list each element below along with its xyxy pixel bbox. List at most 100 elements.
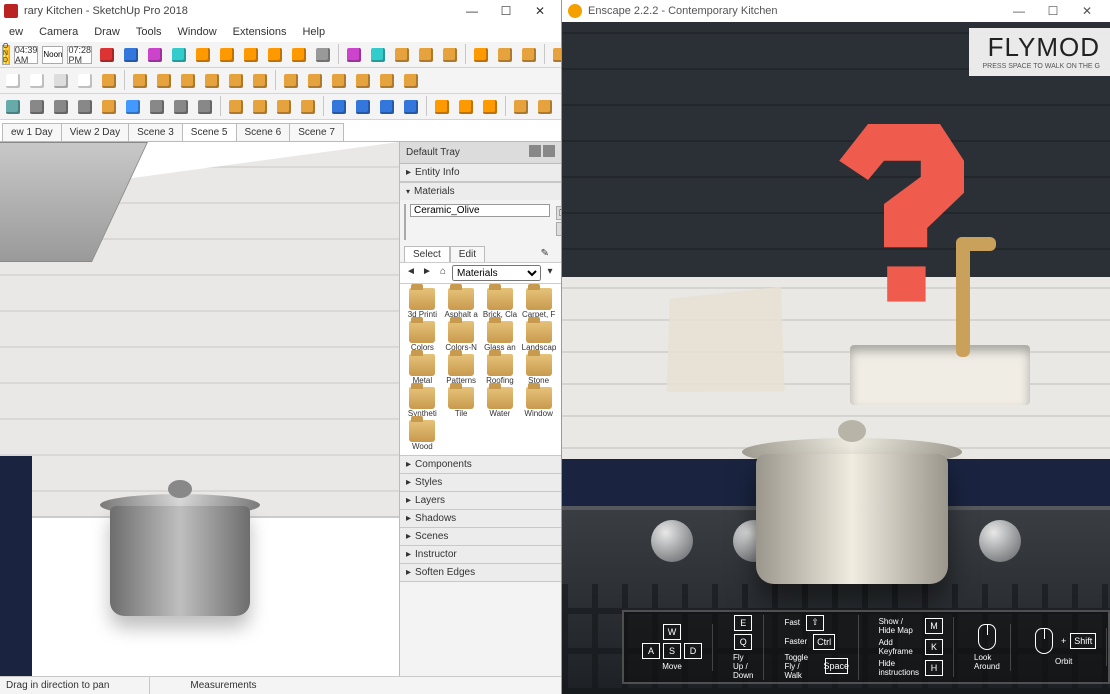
toolbar-cube-icon[interactable] bbox=[518, 44, 540, 66]
toolbar-panel-icon[interactable] bbox=[273, 96, 295, 118]
menu-item[interactable]: Draw bbox=[87, 24, 127, 40]
material-folder[interactable]: Water bbox=[482, 387, 519, 418]
material-folder[interactable]: Landscap bbox=[520, 321, 557, 352]
toolbar-cube-icon[interactable] bbox=[328, 70, 350, 92]
menu-item[interactable]: Extensions bbox=[226, 24, 294, 40]
pin-icon[interactable] bbox=[529, 145, 541, 157]
toolbar-page-icon[interactable] bbox=[26, 70, 48, 92]
toolbar-orange-icon[interactable] bbox=[431, 96, 453, 118]
material-folder[interactable]: Patterns bbox=[443, 354, 480, 385]
material-folder[interactable]: Glass an bbox=[482, 321, 519, 352]
toolbar-people-icon[interactable] bbox=[510, 96, 532, 118]
material-folder[interactable]: Stone bbox=[520, 354, 557, 385]
materials-tab-select[interactable]: Select bbox=[404, 246, 450, 262]
toolbar-house-icon[interactable] bbox=[225, 70, 247, 92]
material-folder[interactable]: Carpet, F bbox=[520, 288, 557, 319]
toolbar-blue-icon[interactable] bbox=[120, 44, 142, 66]
toolbar-blue-icon[interactable] bbox=[376, 96, 398, 118]
month-slider[interactable]: J F M A M J J A S O N D bbox=[2, 45, 10, 65]
maximize-button[interactable]: ☐ bbox=[489, 0, 523, 22]
menu-item[interactable]: Window bbox=[171, 24, 224, 40]
toolbar-page-icon[interactable] bbox=[2, 70, 24, 92]
toolbar-cube-icon[interactable] bbox=[352, 70, 374, 92]
toolbar-cube-icon[interactable] bbox=[400, 70, 422, 92]
toolbar-cam-icon[interactable] bbox=[26, 96, 48, 118]
material-folder[interactable]: Colors-N bbox=[443, 321, 480, 352]
toolbar-cyan-icon[interactable] bbox=[168, 44, 190, 66]
tray-section-shadows[interactable]: ▸Shadows bbox=[400, 510, 561, 528]
toolbar-panel-icon[interactable] bbox=[249, 96, 271, 118]
toolbar-panel-icon[interactable] bbox=[225, 96, 247, 118]
material-folder[interactable]: Tile bbox=[443, 387, 480, 418]
toolbar-house-icon[interactable] bbox=[129, 70, 151, 92]
materials-library-select[interactable]: Materials bbox=[452, 265, 541, 281]
toolbar-mon-icon[interactable] bbox=[194, 96, 216, 118]
tray-section-layers[interactable]: ▸Layers bbox=[400, 492, 561, 510]
menu-item[interactable]: Tools bbox=[129, 24, 169, 40]
toolbar-grey-icon[interactable] bbox=[312, 44, 334, 66]
toolbar-people-icon[interactable] bbox=[558, 96, 561, 118]
toolbar-blue-icon[interactable] bbox=[328, 96, 350, 118]
nav-back-icon[interactable]: ◄ bbox=[404, 266, 418, 280]
toolbar-orange-icon[interactable] bbox=[470, 44, 492, 66]
toolbar-save-icon[interactable] bbox=[122, 96, 144, 118]
material-folder[interactable]: Roofing bbox=[482, 354, 519, 385]
toolbar-red-icon[interactable] bbox=[96, 44, 118, 66]
material-name-input[interactable] bbox=[410, 204, 550, 217]
toolbar-cube-icon[interactable] bbox=[304, 70, 326, 92]
sketchup-viewport[interactable] bbox=[0, 142, 399, 676]
tray-section-materials[interactable]: ▾Materials bbox=[400, 183, 561, 200]
toolbar-blue-icon[interactable] bbox=[352, 96, 374, 118]
toolbar-folder-icon[interactable] bbox=[98, 70, 120, 92]
tray-section-instructor[interactable]: ▸Instructor bbox=[400, 546, 561, 564]
minimize-button[interactable]: — bbox=[1002, 0, 1036, 22]
toolbar-orange-icon[interactable] bbox=[264, 44, 286, 66]
tray-section-scenes[interactable]: ▸Scenes bbox=[400, 528, 561, 546]
close-icon[interactable] bbox=[543, 145, 555, 157]
close-button[interactable]: ✕ bbox=[523, 0, 557, 22]
toolbar-orange-icon[interactable] bbox=[479, 96, 501, 118]
minimize-button[interactable]: — bbox=[455, 0, 489, 22]
tray-section-entity-info[interactable]: ▸Entity Info bbox=[400, 164, 561, 182]
toolbar-cube-icon[interactable] bbox=[439, 44, 461, 66]
toolbar-magenta-icon[interactable] bbox=[144, 44, 166, 66]
create-material-icon[interactable]: ❐ bbox=[556, 206, 561, 220]
material-folder[interactable]: Colors bbox=[404, 321, 441, 352]
toolbar-magenta-icon[interactable] bbox=[343, 44, 365, 66]
dropdown-icon[interactable]: ▾ bbox=[556, 222, 561, 236]
menu-icon[interactable]: ▾ bbox=[543, 266, 557, 280]
scene-tab[interactable]: Scene 6 bbox=[236, 123, 291, 141]
menu-item[interactable]: ew bbox=[2, 24, 30, 40]
toolbar-cyan-icon[interactable] bbox=[367, 44, 389, 66]
material-folder[interactable]: Brick, Cla bbox=[482, 288, 519, 319]
material-folder[interactable]: Syntheti bbox=[404, 387, 441, 418]
scene-tab[interactable]: Scene 7 bbox=[289, 123, 344, 141]
toolbar-orange-icon[interactable] bbox=[240, 44, 262, 66]
menu-item[interactable]: Camera bbox=[32, 24, 85, 40]
toolbar-people-icon[interactable] bbox=[534, 96, 556, 118]
toolbar-cube-icon[interactable] bbox=[98, 96, 120, 118]
scene-tab[interactable]: ew 1 Day bbox=[2, 123, 62, 141]
toolbar-panel-icon[interactable] bbox=[297, 96, 319, 118]
materials-tab-edit[interactable]: Edit bbox=[450, 246, 485, 262]
toolbar-gold-icon[interactable] bbox=[549, 44, 561, 66]
tray-section-styles[interactable]: ▸Styles bbox=[400, 474, 561, 492]
toolbar-orange-icon[interactable] bbox=[288, 44, 310, 66]
time-start[interactable]: 04:39 AM bbox=[14, 46, 39, 64]
toolbar-page-icon[interactable] bbox=[74, 70, 96, 92]
toolbar-cube-icon[interactable] bbox=[415, 44, 437, 66]
material-folder[interactable]: Asphalt a bbox=[443, 288, 480, 319]
scene-tab[interactable]: View 2 Day bbox=[61, 123, 129, 141]
scene-tab[interactable]: Scene 3 bbox=[128, 123, 183, 141]
tray-section-components[interactable]: ▸Components bbox=[400, 456, 561, 474]
toolbar-house-icon[interactable] bbox=[153, 70, 175, 92]
material-folder[interactable]: Metal bbox=[404, 354, 441, 385]
material-folder[interactable]: 3d Printi bbox=[404, 288, 441, 319]
toolbar-orange-icon[interactable] bbox=[192, 44, 214, 66]
eyedropper-icon[interactable]: ✎ bbox=[533, 246, 557, 262]
toolbar-cube-icon[interactable] bbox=[280, 70, 302, 92]
toolbar-cube-icon[interactable] bbox=[391, 44, 413, 66]
material-folder[interactable]: Wood bbox=[404, 420, 441, 451]
toolbar-orange-icon[interactable] bbox=[216, 44, 238, 66]
toolbar-house-icon[interactable] bbox=[201, 70, 223, 92]
